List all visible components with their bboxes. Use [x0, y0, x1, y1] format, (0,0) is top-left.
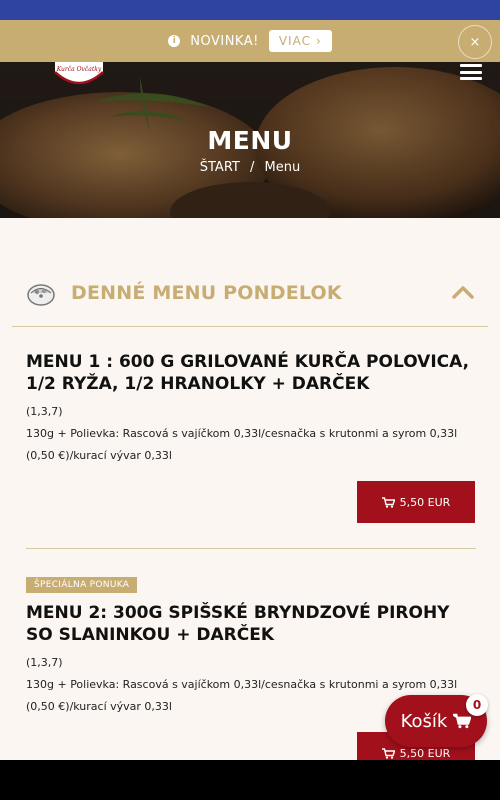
- close-icon[interactable]: ×: [458, 25, 492, 59]
- status-bar: [0, 0, 500, 20]
- page-title: MENU: [207, 126, 293, 155]
- chevron-right-icon: ›: [315, 34, 322, 48]
- info-icon: i: [168, 35, 181, 47]
- price-label: 5,50 EUR: [399, 495, 451, 509]
- breadcrumb-current: Menu: [264, 160, 301, 175]
- cart-count-badge: 0: [466, 694, 488, 716]
- menu-item-title: MENU 1 : 600 G GRILOVANÉ KURČA POLOVICA,…: [26, 352, 470, 394]
- promo-text: NOVINKA!: [190, 33, 259, 49]
- cart-label: Košík: [400, 710, 448, 732]
- hero-banner: Kurča Ovčatky MENU ŠTART / Menu: [0, 62, 500, 218]
- breadcrumb: ŠTART / Menu: [0, 160, 500, 175]
- svg-text:Kurča Ovčatky: Kurča Ovčatky: [56, 66, 102, 73]
- system-navigation-bar: [0, 760, 500, 800]
- promo-bar: i NOVINKA! VIAC › ×: [0, 20, 500, 62]
- section-divider: [12, 326, 488, 327]
- allergen-codes: (1,3,7): [26, 656, 63, 669]
- price-label: 5,50 EUR: [399, 746, 451, 760]
- menu-item-title: MENU 2: 300G SPIŠSKÉ BRYNDZOVÉ PIROHY SO…: [26, 603, 450, 645]
- special-offer-badge: ŠPECIÁLNA PONUKA: [26, 577, 138, 593]
- chevron-up-icon[interactable]: [451, 284, 475, 300]
- food-bowl-icon: [27, 284, 55, 306]
- breadcrumb-separator: /: [250, 160, 255, 175]
- allergen-codes: (1,3,7): [26, 405, 63, 418]
- add-to-cart-button[interactable]: 5,50 EUR: [357, 481, 475, 523]
- cart-icon: [381, 747, 395, 759]
- promo-more-label: VIAC: [278, 34, 311, 48]
- item-divider: [26, 548, 476, 549]
- daily-menu-accordion-header[interactable]: DENNÉ MENU PONDELOK: [0, 266, 500, 322]
- menu-item-description: 130g + Polievka: Rascová s vajíčkom 0,33…: [26, 427, 458, 462]
- cart-icon: [453, 713, 472, 729]
- promo-more-button[interactable]: VIAC ›: [268, 30, 332, 52]
- cart-icon: [381, 496, 395, 508]
- section-title: DENNÉ MENU PONDELOK: [71, 282, 342, 304]
- breadcrumb-home-link[interactable]: ŠTART: [200, 160, 240, 175]
- logo[interactable]: Kurča Ovčatky: [53, 62, 105, 88]
- hamburger-menu-icon[interactable]: [460, 64, 482, 80]
